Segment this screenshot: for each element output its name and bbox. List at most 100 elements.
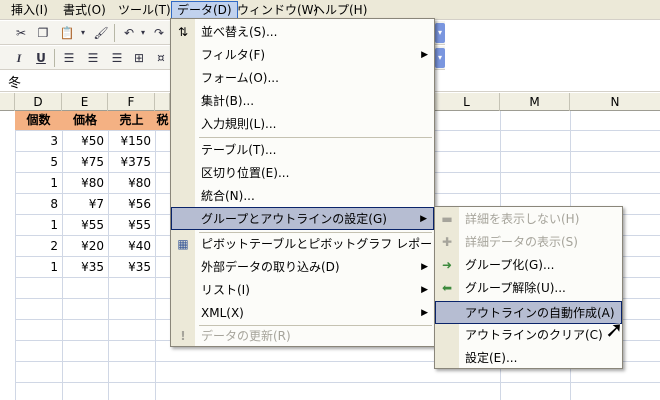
menu-item-label: 統合(N)... bbox=[201, 189, 255, 203]
toolbar-options-icon[interactable]: ▾ bbox=[435, 48, 445, 68]
undo-dropdown-icon[interactable]: ▾ bbox=[138, 24, 148, 42]
menu-data[interactable]: データ(D) bbox=[171, 1, 238, 19]
menu-item-validation[interactable]: 入力規則(L)... bbox=[171, 113, 434, 136]
column-header-m[interactable]: M bbox=[500, 93, 570, 111]
menu-item-subtotals[interactable]: 集計(B)... bbox=[171, 90, 434, 113]
column-header-e[interactable]: E bbox=[62, 93, 108, 111]
menu-tools[interactable]: ツール(T) bbox=[113, 1, 176, 19]
table-cell[interactable]: 2 bbox=[15, 237, 62, 256]
menu-item-label: グループ化(G)... bbox=[465, 258, 555, 272]
ungroup-icon: ⬅ bbox=[441, 281, 453, 295]
table-header-quantity[interactable]: 個数 bbox=[15, 111, 62, 130]
column-header-f[interactable]: F bbox=[108, 93, 155, 111]
align-center-icon[interactable]: ☰ bbox=[84, 49, 102, 67]
sort-icon: ⇅ bbox=[177, 25, 189, 39]
table-cell[interactable]: ¥150 bbox=[108, 132, 155, 151]
menu-help[interactable]: ヘルプ(H) bbox=[308, 1, 372, 19]
menu-insert[interactable]: 挿入(I) bbox=[6, 1, 53, 19]
table-cell[interactable]: 1 bbox=[15, 174, 62, 193]
table-cell[interactable]: ¥55 bbox=[62, 216, 108, 235]
menu-item-ungroup[interactable]: ⬅ グループ解除(U)... bbox=[435, 277, 622, 300]
column-header-n[interactable]: N bbox=[570, 93, 660, 111]
table-cell[interactable]: ¥7 bbox=[62, 195, 108, 214]
toolbar-options-icon[interactable]: ▾ bbox=[435, 23, 445, 43]
menu-item-refresh-data[interactable]: ! データの更新(R) bbox=[171, 325, 434, 348]
toolbar-separator bbox=[54, 49, 55, 67]
menu-item-text-to-columns[interactable]: 区切り位置(E)... bbox=[171, 162, 434, 185]
menu-item-label: 外部データの取り込み(D) bbox=[201, 260, 340, 274]
menu-bar: 挿入(I) 書式(O) ツール(T) データ(D) ウィンドウ(W) ヘルプ(H… bbox=[0, 0, 660, 20]
table-cell[interactable]: ¥56 bbox=[108, 195, 155, 214]
currency-icon[interactable]: ¤ bbox=[152, 49, 170, 67]
menu-item-list[interactable]: リスト(I) ▶ bbox=[171, 279, 434, 302]
menu-item-label: アウトラインの自動作成(A) bbox=[465, 306, 615, 320]
menu-item-auto-outline[interactable]: アウトラインの自動作成(A) bbox=[435, 301, 622, 324]
hide-detail-icon: ▬ bbox=[441, 212, 453, 226]
table-cell[interactable]: ¥20 bbox=[62, 237, 108, 256]
menu-item-label: 区切り位置(E)... bbox=[201, 166, 290, 180]
merge-center-icon[interactable]: ⊞ bbox=[130, 49, 148, 67]
table-cell[interactable]: 1 bbox=[15, 258, 62, 277]
menu-item-form[interactable]: フォーム(O)... bbox=[171, 67, 434, 90]
menu-item-label: 詳細を表示しない(H) bbox=[465, 212, 580, 226]
menu-item-consolidate[interactable]: 統合(N)... bbox=[171, 185, 434, 208]
grid-line bbox=[15, 382, 660, 383]
formula-bar-value[interactable]: 冬 bbox=[8, 72, 21, 91]
redo-icon[interactable]: ↷ bbox=[150, 24, 168, 42]
table-cell[interactable]: 1 bbox=[15, 216, 62, 235]
copy-icon[interactable]: ❐ bbox=[34, 24, 52, 42]
table-header-price[interactable]: 価格 bbox=[62, 111, 108, 130]
menu-format[interactable]: 書式(O) bbox=[58, 1, 111, 19]
submenu-arrow-icon: ▶ bbox=[421, 308, 428, 318]
menu-item-clear-outline[interactable]: アウトラインのクリア(C) bbox=[435, 324, 622, 347]
format-painter-icon[interactable]: 🖌 bbox=[92, 24, 110, 42]
table-cell[interactable]: 8 bbox=[15, 195, 62, 214]
align-right-icon[interactable]: ☰ bbox=[108, 49, 126, 67]
menu-item-pivot-table[interactable]: ▦ ピボットテーブルとピボットグラフ レポート(P)... bbox=[171, 233, 472, 256]
align-left-icon[interactable]: ☰ bbox=[60, 49, 78, 67]
group-icon: ➜ bbox=[441, 258, 453, 272]
paste-icon[interactable]: 📋 bbox=[58, 24, 76, 42]
menu-item-xml[interactable]: XML(X) ▶ bbox=[171, 302, 434, 325]
table-header-sales[interactable]: 売上 bbox=[108, 111, 155, 130]
underline-icon[interactable]: U bbox=[32, 49, 50, 67]
table-cell[interactable]: 3 bbox=[15, 132, 62, 151]
menu-item-outline-settings[interactable]: 設定(E)... bbox=[435, 347, 622, 370]
menu-item-group[interactable]: ➜ グループ化(G)... bbox=[435, 254, 622, 277]
menu-item-label: グループ解除(U)... bbox=[465, 281, 566, 295]
table-cell[interactable]: 5 bbox=[15, 153, 62, 172]
table-header-tax[interactable]: 税 bbox=[155, 111, 170, 130]
menu-item-import-external-data[interactable]: 外部データの取り込み(D) ▶ bbox=[171, 256, 434, 279]
column-header-l[interactable]: L bbox=[434, 93, 500, 111]
submenu-arrow-icon: ▶ bbox=[420, 214, 427, 224]
table-cell[interactable]: ¥80 bbox=[108, 174, 155, 193]
italic-icon[interactable]: I bbox=[10, 49, 28, 67]
table-cell[interactable]: ¥375 bbox=[108, 153, 155, 172]
menu-item-filter[interactable]: フィルタ(F) ▶ bbox=[171, 44, 434, 67]
menu-item-label: データの更新(R) bbox=[201, 329, 291, 343]
table-cell[interactable]: ¥40 bbox=[108, 237, 155, 256]
cut-icon[interactable]: ✂ bbox=[12, 24, 30, 42]
table-cell[interactable]: ¥50 bbox=[62, 132, 108, 151]
table-cell[interactable]: ¥55 bbox=[108, 216, 155, 235]
menu-item-sort[interactable]: ⇅ 並べ替え(S)... bbox=[171, 21, 434, 44]
select-all-corner[interactable] bbox=[0, 93, 15, 111]
menu-item-hide-detail[interactable]: ▬ 詳細を表示しない(H) bbox=[435, 208, 622, 231]
table-cell[interactable]: ¥80 bbox=[62, 174, 108, 193]
column-header-d[interactable]: D bbox=[15, 93, 62, 111]
pivot-table-icon: ▦ bbox=[177, 237, 189, 251]
menu-item-label: ピボットテーブルとピボットグラフ レポート(P)... bbox=[201, 237, 473, 251]
table-cell[interactable]: ¥75 bbox=[62, 153, 108, 172]
table-cell[interactable]: ¥35 bbox=[108, 258, 155, 277]
menu-item-label: 並べ替え(S)... bbox=[201, 25, 278, 39]
menu-item-label: リスト(I) bbox=[201, 283, 250, 297]
data-menu-dropdown: ⇅ 並べ替え(S)... フィルタ(F) ▶ フォーム(O)... 集計(B).… bbox=[170, 18, 472, 348]
paste-dropdown-icon[interactable]: ▾ bbox=[78, 24, 88, 42]
menu-item-show-detail[interactable]: ✚ 詳細データの表示(S) bbox=[435, 231, 622, 254]
menu-item-table[interactable]: テーブル(T)... bbox=[171, 139, 434, 162]
table-cell[interactable]: ¥35 bbox=[62, 258, 108, 277]
menu-separator bbox=[199, 137, 432, 138]
menu-item-group-and-outline[interactable]: グループとアウトラインの設定(G) ▶ bbox=[171, 207, 434, 230]
undo-icon[interactable]: ↶ bbox=[120, 24, 138, 42]
column-header-g[interactable] bbox=[155, 93, 170, 111]
